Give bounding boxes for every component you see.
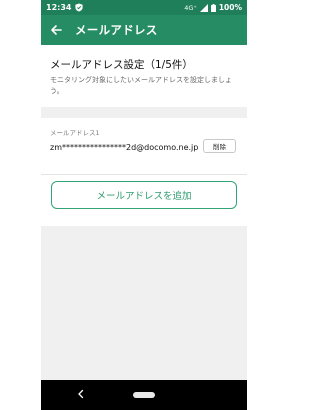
email-value: zm****************2d@docomo.ne.jp	[50, 143, 199, 152]
battery-percent: 100%	[218, 3, 242, 12]
signal-icon	[199, 3, 208, 12]
status-bar: 12:34 4G⁺ 100%	[41, 0, 247, 15]
battery-icon	[210, 3, 216, 12]
email-list-card: メールアドレス1 zm****************2d@docomo.ne.…	[41, 118, 247, 226]
shield-icon	[75, 3, 84, 12]
back-button[interactable]	[41, 15, 71, 45]
status-time: 12:34	[46, 3, 72, 12]
arrow-left-icon	[51, 25, 62, 35]
app-bar: メールアドレス	[41, 15, 247, 45]
settings-description: モニタリング対象にしたいメールアドレスを設定しましょう。	[50, 76, 232, 95]
divider	[41, 174, 247, 175]
network-indicator: 4G⁺	[184, 3, 197, 12]
nav-home-pill[interactable]	[133, 392, 155, 398]
system-nav-bar	[41, 380, 247, 410]
phone-screen: 12:34 4G⁺ 100% メールアドレス メールアドレス設定（1/5件） モ	[41, 0, 247, 410]
nav-back-icon[interactable]	[73, 386, 89, 402]
delete-button[interactable]: 削除	[203, 139, 236, 153]
add-email-button[interactable]: メールアドレスを追加	[51, 181, 237, 209]
page-title: メールアドレス	[75, 23, 158, 37]
email-label: メールアドレス1	[50, 129, 100, 137]
settings-heading: メールアドレス設定（1/5件）	[50, 59, 193, 71]
status-right: 4G⁺ 100%	[184, 3, 242, 12]
settings-card: メールアドレス設定（1/5件） モニタリング対象にしたいメールアドレスを設定しま…	[41, 45, 247, 107]
